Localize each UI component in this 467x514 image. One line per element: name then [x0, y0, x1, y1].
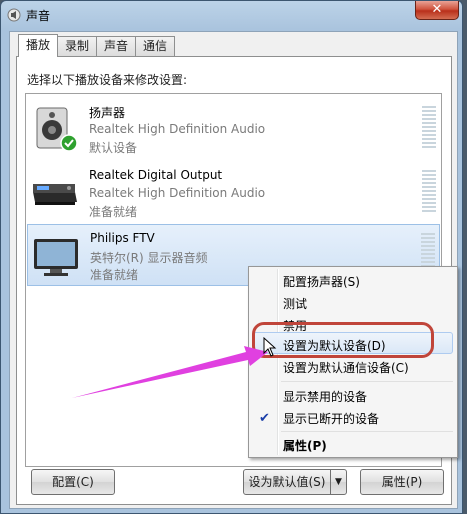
instruction-text: 选择以下播放设备来修改设置: [27, 73, 188, 87]
menu-item-test[interactable]: 测试 [283, 295, 307, 312]
device-status: 准备就绪 [90, 268, 139, 282]
monitor-icon [32, 233, 80, 279]
device-status: 默认设备 [89, 141, 138, 155]
device-item-digital-output[interactable]: Realtek Digital Output Realtek High Defi… [27, 162, 440, 224]
menu-separator [281, 381, 453, 382]
device-name: Realtek Digital Output [89, 168, 223, 182]
speaker-icon [31, 106, 79, 152]
title-bar: 声音 ✕ [1, 1, 462, 29]
annotation-highlight-oval [252, 322, 434, 358]
volume-meter [422, 170, 436, 216]
device-driver: Realtek High Definition Audio [89, 186, 266, 200]
tab-sounds[interactable]: 声音 [96, 36, 137, 56]
close-button[interactable]: ✕ [415, 1, 459, 20]
menu-item-show-disconnected[interactable]: 显示已断开的设备 [283, 410, 379, 427]
menu-item-set-default-comm-device[interactable]: 设置为默认通信设备(C) [283, 359, 409, 376]
check-mark-icon: ✔ [259, 411, 270, 426]
device-name: 扬声器 [89, 106, 126, 120]
digital-output-icon [31, 170, 79, 216]
device-name: Philips FTV [90, 231, 155, 245]
sound-app-icon [7, 8, 21, 22]
device-status: 准备就绪 [89, 205, 138, 219]
tab-playback[interactable]: 播放 [18, 34, 59, 57]
menu-item-show-disabled[interactable]: 显示禁用的设备 [283, 388, 367, 405]
menu-separator [281, 431, 453, 432]
device-item-speakers[interactable]: 扬声器 Realtek High Definition Audio 默认设备 [27, 98, 440, 160]
properties-button[interactable]: 属性(P) [360, 469, 444, 495]
device-driver: Realtek High Definition Audio [89, 122, 266, 136]
set-default-button[interactable]: 设为默认值(S) ▼ [243, 469, 347, 495]
dropdown-arrow-icon[interactable]: ▼ [330, 470, 346, 494]
tab-communications[interactable]: 通信 [135, 36, 176, 56]
volume-meter [422, 106, 436, 152]
configure-button[interactable]: 配置(C) [31, 469, 115, 495]
menu-item-properties[interactable]: 属性(P) [283, 437, 327, 454]
tab-strip: 播放 录制 声音 通信 [18, 34, 176, 57]
tab-recording[interactable]: 录制 [57, 36, 98, 56]
set-default-label: 设为默认值(S) [248, 475, 326, 489]
window-title: 声音 [26, 8, 51, 23]
device-driver: 英特尔(R) 显示器音频 [90, 251, 208, 265]
menu-item-configure-speakers[interactable]: 配置扬声器(S) [283, 273, 360, 290]
context-menu: 配置扬声器(S) 测试 禁用 设置为默认设备(D) 设置为默认通信设备(C) 显… [248, 266, 458, 458]
mouse-cursor-icon [263, 337, 277, 357]
